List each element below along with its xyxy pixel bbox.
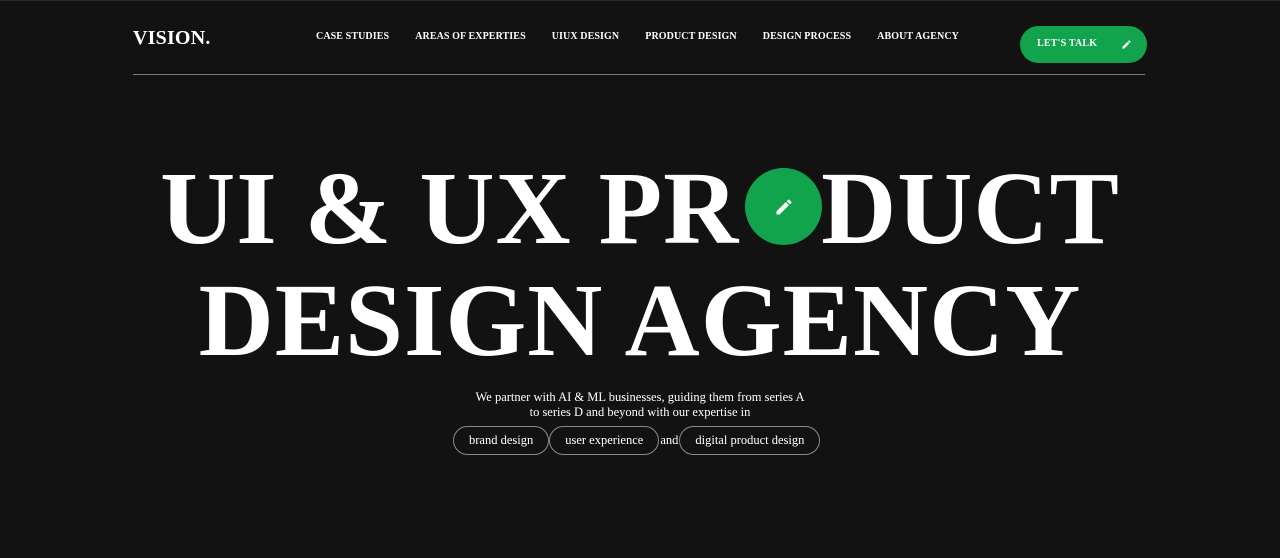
hero-title-line-2: DESIGN AGENCY xyxy=(198,263,1082,378)
chip-user-experience[interactable]: user experience xyxy=(549,426,660,455)
hero-title-line-1: UI & UX PRODUCT xyxy=(0,157,1280,261)
lets-talk-label: LET'S TALK xyxy=(1037,38,1098,49)
chip-brand-design[interactable]: brand design xyxy=(453,426,550,455)
hero-tagline: We partner with AI & ML businesses, guid… xyxy=(0,390,1280,419)
pencil-icon xyxy=(1122,40,1131,49)
main-nav: CASE STUDIES AREAS OF EXPERTIES UIUX DES… xyxy=(316,31,959,43)
nav-uiux-design[interactable]: UIUX DESIGN xyxy=(552,31,620,43)
nav-case-studies[interactable]: CASE STUDIES xyxy=(316,31,389,43)
expertise-chips: brand design user experience and digital… xyxy=(453,426,821,455)
nav-product-design[interactable]: PRODUCT DESIGN xyxy=(645,31,737,43)
lets-talk-button[interactable]: LET'S TALK xyxy=(1020,26,1147,63)
nav-about-agency[interactable]: ABOUT AGENCY xyxy=(877,31,959,43)
site-header: VISION. CASE STUDIES AREAS OF EXPERTIES … xyxy=(133,1,1147,75)
logo[interactable]: VISION. xyxy=(133,26,211,50)
hero-edit-button[interactable] xyxy=(745,168,822,245)
nav-design-process[interactable]: DESIGN PROCESS xyxy=(763,31,851,43)
pencil-icon xyxy=(776,198,792,214)
hero-title-part-2: DUCT xyxy=(821,151,1120,266)
chips-and-text: and xyxy=(660,433,679,447)
tagline-line-2: to series D and beyond with our expertis… xyxy=(529,404,751,419)
tagline-line-1: We partner with AI & ML businesses, guid… xyxy=(475,390,805,404)
chip-digital-product-design[interactable]: digital product design xyxy=(679,426,821,455)
nav-areas-of-expertise[interactable]: AREAS OF EXPERTIES xyxy=(415,31,526,43)
hero-title-part-1: UI & UX PR xyxy=(160,151,740,266)
